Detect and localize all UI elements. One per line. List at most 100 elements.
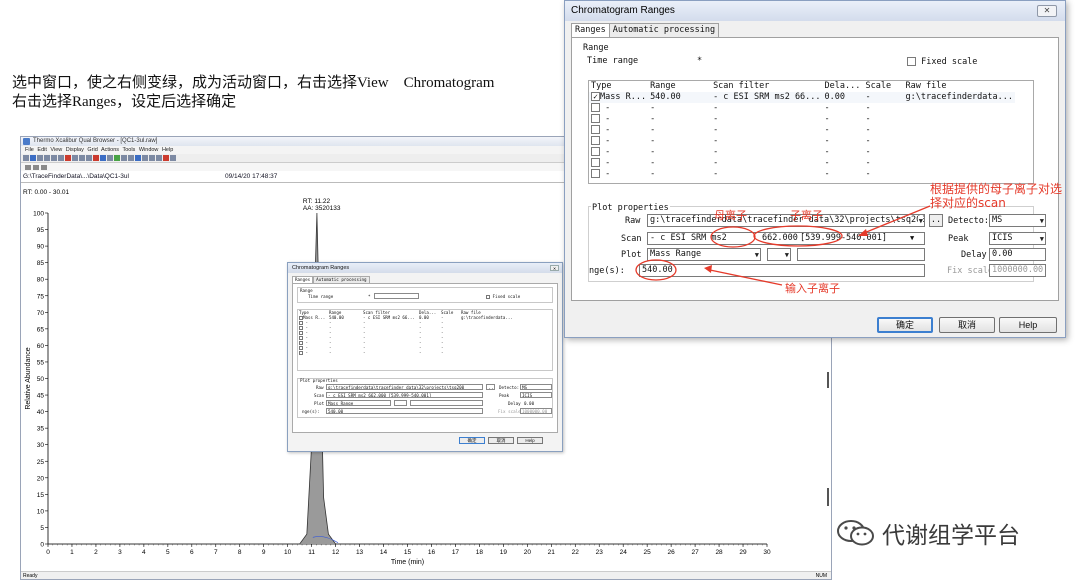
fix-scale-input[interactable]: 1000000.00: [989, 264, 1046, 277]
spectrum-icon[interactable]: [114, 155, 120, 161]
tab-automatic-processing[interactable]: Automatic processing: [608, 23, 720, 37]
row-checkbox[interactable]: [591, 147, 600, 156]
row-checkbox[interactable]: [591, 169, 600, 178]
y-tick-label: 55: [37, 359, 45, 366]
small-empty-row[interactable]: -----: [298, 350, 520, 355]
menu-window[interactable]: Window: [139, 147, 159, 153]
table-row[interactable]: Mass R... 540.00 - c ESI SRM ms2 66... 0…: [589, 92, 1015, 103]
row-checkbox[interactable]: [591, 125, 600, 134]
ok-button[interactable]: 确定: [877, 317, 933, 333]
row-checkbox[interactable]: [591, 136, 600, 145]
x-tick-label: 18: [476, 549, 484, 556]
small-plot-type-select[interactable]: Mass Range: [326, 400, 391, 406]
pin-icon[interactable]: [65, 155, 71, 161]
zoom-in-icon[interactable]: [51, 155, 57, 161]
save-icon[interactable]: [30, 155, 36, 161]
raw-file-select[interactable]: g:\tracefinderdata\tracefinder data\32\p…: [647, 214, 925, 227]
row-checkbox[interactable]: [591, 103, 600, 112]
fixed-scale-checkbox[interactable]: [907, 57, 916, 66]
help-button[interactable]: Help: [999, 317, 1057, 333]
print-icon[interactable]: [37, 155, 43, 161]
menu-edit[interactable]: Edit: [37, 147, 46, 153]
empty-row[interactable]: -----: [589, 114, 1015, 125]
empty-row[interactable]: -----: [589, 147, 1015, 158]
small-tab-ranges[interactable]: Ranges: [292, 276, 314, 283]
ranges-table[interactable]: Type Range Scan filter Dela... Scale Raw…: [588, 80, 1034, 184]
grid-icon[interactable]: [100, 155, 106, 161]
zoom-out-icon[interactable]: [58, 155, 64, 161]
small-browse-button[interactable]: ..: [486, 384, 495, 390]
small-peak-select[interactable]: ICIS: [520, 392, 552, 398]
empty-row[interactable]: -----: [589, 125, 1015, 136]
scan-filter-select[interactable]: - c ESI SRM ms2 662.000 [539.999-540.001…: [647, 232, 925, 245]
browse-button[interactable]: ..: [929, 214, 943, 227]
x-tick-label: 9: [262, 549, 266, 556]
empty-row[interactable]: -----: [589, 103, 1015, 114]
map-icon[interactable]: [128, 155, 134, 161]
small-close-icon[interactable]: ✕: [550, 265, 559, 271]
forward-icon[interactable]: [86, 155, 92, 161]
small-ok-button[interactable]: 确定: [459, 437, 485, 444]
small-fixed-scale[interactable]: Fixed scale: [486, 294, 520, 299]
small-raw-file-select[interactable]: g:\tracefinderdata\tracefinder data\32\p…: [326, 384, 483, 390]
empty-row[interactable]: -----: [589, 158, 1015, 169]
menu-help[interactable]: Help: [162, 147, 173, 153]
tab-ranges[interactable]: Ranges: [571, 23, 610, 37]
small-tab-automatic-processing[interactable]: Automatic processing: [313, 276, 370, 283]
copy-icon[interactable]: [44, 155, 50, 161]
delete-icon[interactable]: [93, 155, 99, 161]
close-icon[interactable]: ✕: [1037, 5, 1057, 17]
pane-arrow-icon[interactable]: [33, 164, 39, 170]
cell-dash: -: [600, 125, 611, 135]
small-plot-second-select[interactable]: [410, 400, 483, 406]
info-icon[interactable]: [135, 155, 141, 161]
ranges-input[interactable]: 540.00: [639, 264, 925, 277]
row-checkbox[interactable]: [591, 92, 600, 101]
small-detector-select[interactable]: MS: [520, 384, 552, 390]
small-fixed-scale-checkbox[interactable]: [486, 295, 490, 299]
peak-select[interactable]: ICIS: [989, 232, 1046, 245]
open-icon[interactable]: [23, 155, 29, 161]
empty-row[interactable]: -----: [589, 136, 1015, 147]
delay-input[interactable]: 0.00: [989, 248, 1046, 261]
sync-icon[interactable]: [142, 155, 148, 161]
plot-second-select[interactable]: [797, 248, 925, 261]
small-ranges-input[interactable]: 540.00: [326, 408, 483, 414]
menu-tools[interactable]: Tools: [122, 147, 135, 153]
layout-icon[interactable]: [107, 155, 113, 161]
plot-type-select[interactable]: Mass Range: [647, 248, 761, 261]
back-icon[interactable]: [79, 155, 85, 161]
small-ranges-table[interactable]: Type Range Scan filter Dela... Scale Raw…: [297, 309, 553, 371]
small-help-button[interactable]: Help: [517, 437, 543, 444]
row-scan-filter: - c ESI SRM ms2 66...: [713, 92, 821, 102]
small-plot-operator-select[interactable]: [394, 400, 407, 406]
empty-row[interactable]: -----: [589, 169, 1015, 180]
scan-dropdown-icon[interactable]: ▼: [910, 233, 914, 244]
small-delay-value[interactable]: 0.00: [524, 401, 534, 406]
menu-actions[interactable]: Actions: [101, 147, 119, 153]
menu-grid[interactable]: Grid: [87, 147, 97, 153]
small-cancel-button[interactable]: 取消: [488, 437, 514, 444]
small-scan-filter-select[interactable]: - c ESI SRM ms2 662.000 [539.999-540.001…: [326, 392, 483, 398]
tile-icon[interactable]: [149, 155, 155, 161]
small-time-range-input[interactable]: [374, 293, 419, 299]
chromatogram-icon[interactable]: [121, 155, 127, 161]
fixed-scale[interactable]: Fixed scale: [907, 57, 977, 67]
help-icon[interactable]: [170, 155, 176, 161]
small-fix-scale-input[interactable]: 1000000.00: [520, 408, 552, 414]
detector-select[interactable]: MS: [989, 214, 1046, 227]
stop-icon[interactable]: [163, 155, 169, 161]
menu-file[interactable]: File: [25, 147, 34, 153]
time-range-value[interactable]: *: [697, 56, 702, 66]
menu-display[interactable]: Display: [66, 147, 84, 153]
undo-icon[interactable]: [72, 155, 78, 161]
plot-operator-select[interactable]: [767, 248, 791, 261]
empty-cell: [904, 103, 1015, 114]
pane-nav-icon[interactable]: [41, 164, 47, 170]
row-checkbox[interactable]: [591, 158, 600, 167]
menu-view[interactable]: View: [50, 147, 62, 153]
pane-icon[interactable]: [25, 164, 31, 170]
cancel-button[interactable]: 取消: [939, 317, 995, 333]
cascade-icon[interactable]: [156, 155, 162, 161]
row-checkbox[interactable]: [591, 114, 600, 123]
